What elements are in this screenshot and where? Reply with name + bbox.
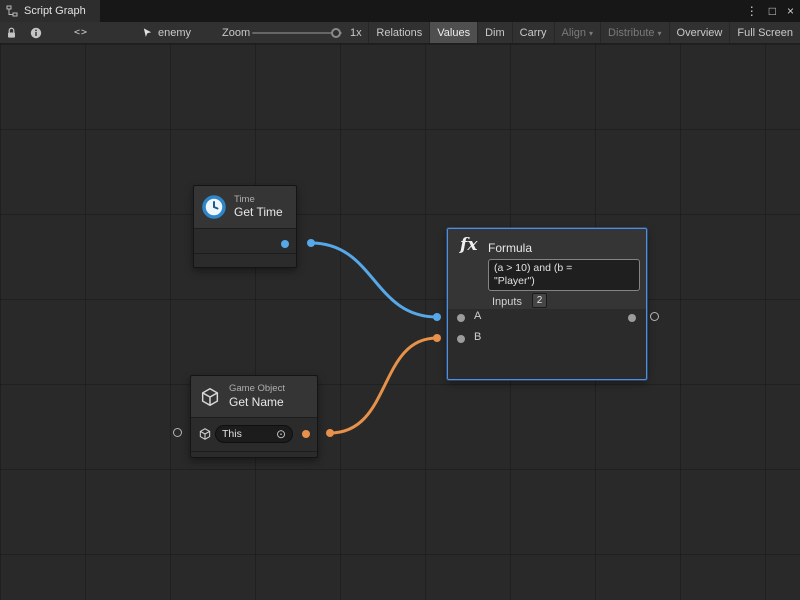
chevron-down-icon: ▾ [589, 29, 593, 38]
zoom-slider[interactable] [252, 22, 342, 43]
node-title: Formula [488, 241, 532, 255]
button-label: Align [562, 27, 586, 39]
clock-icon [202, 195, 226, 219]
formula-fx-icon: fx [460, 235, 477, 255]
node-category: Time [234, 194, 283, 206]
formula-result-output-port[interactable] [650, 312, 659, 321]
wire-endpoint-blue[interactable] [307, 239, 315, 247]
node-formula[interactable]: fx Formula (a > 10) and (b = "Player") I… [447, 228, 647, 380]
relations-button[interactable]: Relations [368, 22, 429, 43]
wire-endpoint-orange[interactable] [433, 334, 441, 342]
zoom-value: 1x [350, 22, 362, 43]
graph-toolbar: <> enemy Zoom 1x Relations Values Dim Ca… [0, 22, 800, 44]
script-graph-window: Script Graph ⋮ □ × <> ene [0, 0, 800, 600]
window-controls: ⋮ □ × [746, 0, 794, 22]
values-button[interactable]: Values [429, 22, 477, 43]
button-label: Overview [677, 27, 723, 39]
node-divider [194, 253, 296, 254]
info-icon [30, 27, 42, 39]
port-a-label: A [474, 310, 481, 322]
node-header: Time Get Time [194, 186, 296, 228]
lock-icon [6, 27, 17, 39]
inputs-label: Inputs [492, 296, 522, 308]
distribute-button[interactable]: Distribute ▾ [600, 22, 668, 43]
info-button[interactable] [30, 22, 42, 43]
target-value: This [222, 428, 242, 440]
node-category: Game Object [229, 383, 285, 395]
button-label: Relations [376, 27, 422, 39]
node-title: Get Name [229, 395, 285, 410]
button-label: Full Screen [737, 27, 793, 39]
game-object-icon [198, 427, 212, 441]
wire-get-name-to-formula-b[interactable] [330, 338, 437, 433]
graph-canvas[interactable]: Time Get Time fx Formula (a > 10) and (b… [0, 44, 800, 600]
node-divider [191, 451, 317, 452]
code-view-button[interactable]: <> [74, 22, 88, 43]
get-time-output-port[interactable] [281, 240, 289, 248]
target-object-field[interactable]: This ⊙ [215, 425, 293, 443]
node-header: Game Object Get Name [191, 376, 317, 417]
node-title: Get Time [234, 205, 283, 220]
zoom-label: Zoom [222, 22, 250, 43]
zoom-slider-track[interactable] [252, 32, 342, 34]
close-icon[interactable]: × [787, 4, 794, 18]
tab-title: Script Graph [24, 5, 86, 17]
overview-button[interactable]: Overview [669, 22, 730, 43]
script-graph-icon [6, 5, 18, 17]
chevron-down-icon: ▾ [658, 29, 662, 38]
formula-expression-input[interactable]: (a > 10) and (b = "Player") [488, 259, 640, 291]
maximize-icon[interactable]: □ [769, 4, 776, 18]
node-divider [191, 417, 317, 418]
full-screen-button[interactable]: Full Screen [729, 22, 800, 43]
wire-endpoint-orange[interactable] [326, 429, 334, 437]
node-divider [194, 228, 296, 229]
zoom-slider-knob[interactable] [331, 28, 341, 38]
object-picker-icon[interactable]: ⊙ [276, 428, 286, 440]
graph-name: enemy [158, 27, 191, 39]
wire-get-time-to-formula-a[interactable] [311, 243, 437, 317]
align-button[interactable]: Align▾ [554, 22, 600, 43]
wire-endpoint-blue[interactable] [433, 313, 441, 321]
node-get-time[interactable]: Time Get Time [193, 185, 297, 268]
button-label: Dim [485, 27, 505, 39]
toolbar-buttons: Relations Values Dim Carry Align▾ Distri… [368, 22, 800, 43]
connections-layer [0, 44, 800, 600]
graph-breadcrumb[interactable]: enemy [142, 22, 191, 43]
formula-input-port-b[interactable] [457, 335, 465, 343]
formula-expression-text: (a > 10) and (b = "Player") [494, 262, 612, 288]
tab-script-graph[interactable]: Script Graph [0, 0, 100, 22]
get-name-output-port[interactable] [302, 430, 310, 438]
cube-icon [199, 386, 221, 408]
inputs-count-field[interactable]: 2 [532, 293, 547, 308]
title-bar: Script Graph ⋮ □ × [0, 0, 800, 22]
formula-output-port-dot[interactable] [628, 314, 636, 322]
node-get-name[interactable]: Game Object Get Name This ⊙ [190, 375, 318, 458]
menu-icon[interactable]: ⋮ [746, 4, 758, 18]
button-label: Values [437, 27, 470, 39]
dim-button[interactable]: Dim [477, 22, 512, 43]
button-label: Distribute [608, 27, 654, 39]
lock-button[interactable] [6, 22, 17, 43]
graph-pointer-icon [142, 27, 153, 38]
port-b-label: B [474, 331, 481, 343]
button-label: Carry [520, 27, 547, 39]
carry-button[interactable]: Carry [512, 22, 554, 43]
get-name-target-input-port[interactable] [173, 428, 182, 437]
formula-input-port-a[interactable] [457, 314, 465, 322]
